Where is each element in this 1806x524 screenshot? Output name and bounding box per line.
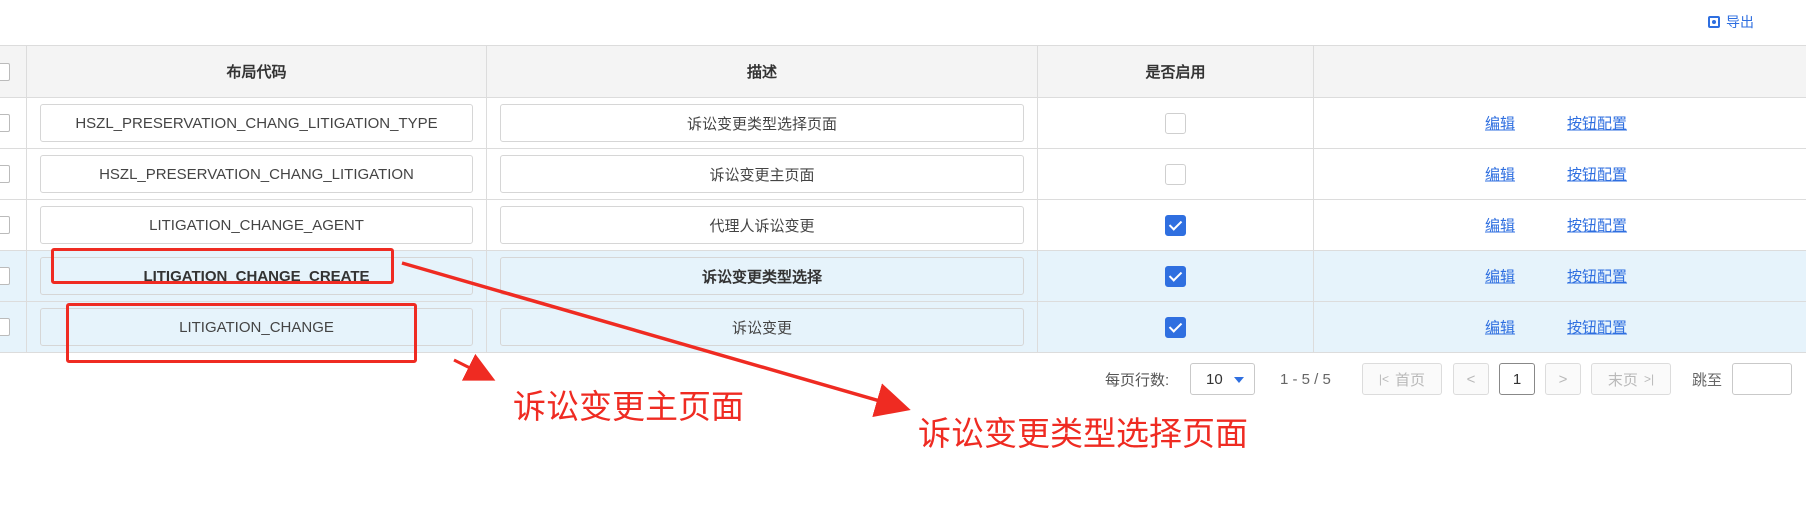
annotation-arrow-main [453, 353, 496, 381]
annotation-main-page: 诉讼变更主页面 [513, 387, 744, 426]
annotation-type-select-page: 诉讼变更类型选择页面 [918, 414, 1248, 453]
annotation-arrows [401, 261, 911, 418]
